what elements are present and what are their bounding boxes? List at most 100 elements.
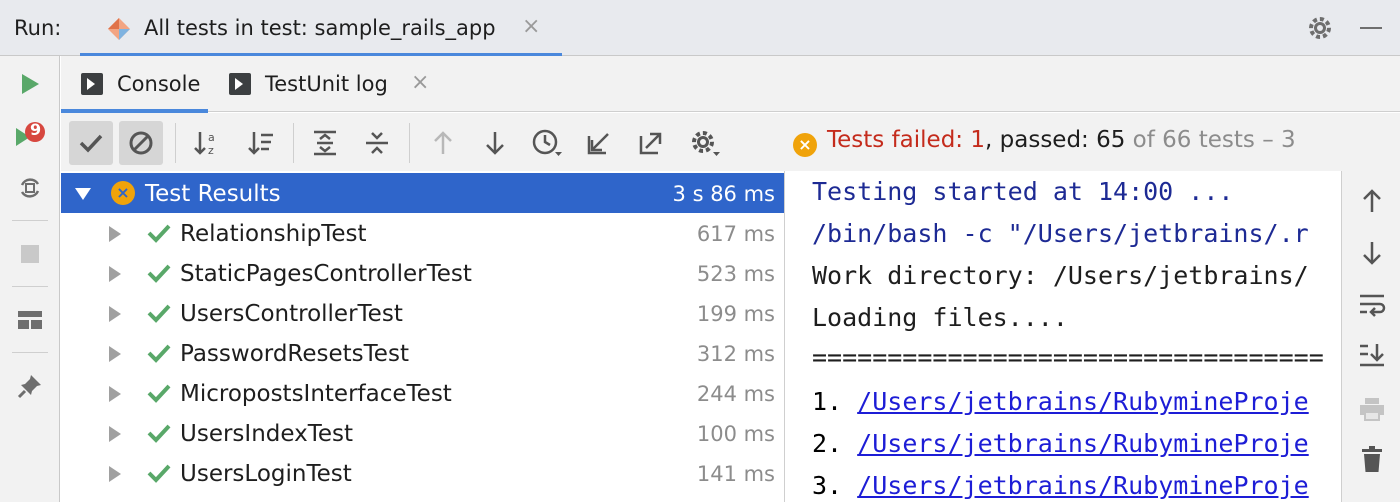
scroll-up-button[interactable]: [1356, 185, 1388, 217]
console-line: ==================================: [812, 343, 1324, 372]
toolbar-separator: [12, 220, 48, 221]
console-tabs: Console TestUnit log ×: [61, 56, 1400, 113]
show-passed-button[interactable]: [69, 121, 113, 165]
layout-icon: [18, 311, 42, 329]
tree-row[interactable]: UsersControllerTest 199 ms: [61, 293, 784, 333]
test-duration: 244 ms: [696, 382, 775, 406]
tab-console-label: Console: [117, 72, 201, 96]
previous-failed-button[interactable]: [421, 121, 465, 165]
passed-check-icon: [147, 264, 171, 283]
console-icon: [81, 73, 103, 95]
console-side-toolbar: [1341, 171, 1400, 502]
passed-check-icon: [147, 224, 171, 243]
gear-icon[interactable]: [1306, 14, 1334, 42]
close-icon[interactable]: ×: [522, 14, 540, 39]
scroll-to-end-button[interactable]: [1356, 339, 1388, 371]
soft-wrap-button[interactable]: [1356, 289, 1388, 321]
collapsed-arrow-icon[interactable]: [109, 226, 121, 242]
tree-row[interactable]: MicropostsInterfaceTest 244 ms: [61, 373, 784, 413]
print-button[interactable]: [1356, 393, 1388, 425]
arrow-down-icon: [1363, 242, 1381, 265]
close-icon[interactable]: ×: [411, 70, 429, 95]
rerun-failed-button[interactable]: 9: [14, 120, 46, 152]
collapsed-arrow-icon[interactable]: [109, 266, 121, 282]
console-line: Testing started at 14:00 ...: [812, 177, 1234, 206]
tree-row[interactable]: RelationshipTest 617 ms: [61, 213, 784, 253]
test-name: MicropostsInterfaceTest: [180, 381, 452, 407]
test-history-button[interactable]: [525, 121, 569, 165]
check-icon: [79, 134, 103, 153]
trash-icon: [1362, 446, 1382, 472]
stop-button[interactable]: [14, 238, 46, 270]
scroll-down-button[interactable]: [1356, 237, 1388, 269]
tree-root-test-results[interactable]: × Test Results 3 s 86 ms: [61, 173, 784, 213]
test-results-tree: × Test Results 3 s 86 ms RelationshipTes…: [61, 171, 785, 502]
collapse-all-button[interactable]: [355, 121, 399, 165]
arrow-up-icon: [434, 131, 452, 154]
test-name: PasswordResetsTest: [180, 341, 409, 367]
collapsed-arrow-icon[interactable]: [109, 466, 121, 482]
test-status-summary: × Tests failed: 1, passed: 65 of 66 tests…: [793, 127, 1296, 157]
soft-wrap-icon: [1360, 294, 1386, 317]
pin-tab-button[interactable]: [14, 370, 46, 402]
test-duration: 523 ms: [696, 262, 775, 286]
sort-duration-icon: [248, 132, 273, 155]
tree-row[interactable]: UsersIndexTest 100 ms: [61, 413, 784, 453]
collapsed-arrow-icon[interactable]: [109, 426, 121, 442]
tab-console[interactable]: Console: [61, 56, 208, 113]
console-line: Work directory: /Users/jetbrains/: [812, 261, 1309, 290]
expand-all-icon: [314, 130, 336, 156]
clear-all-button[interactable]: [1356, 443, 1388, 475]
run-tab-title: All tests in test: sample_rails_app: [144, 16, 496, 40]
svg-text:z: z: [208, 144, 214, 157]
expand-all-button[interactable]: [303, 121, 347, 165]
pin-icon: [17, 375, 41, 399]
collapsed-arrow-icon[interactable]: [109, 386, 121, 402]
run-toolwindow-header: Run: All tests in test: sample_rails_app…: [0, 0, 1400, 57]
tree-row[interactable]: StaticPagesControllerTest 523 ms: [61, 253, 784, 293]
tree-row[interactable]: PasswordResetsTest 312 ms: [61, 333, 784, 373]
tree-root-label: Test Results: [145, 181, 281, 207]
toggle-auto-test-button[interactable]: [14, 172, 46, 204]
gear-icon: [692, 131, 720, 156]
layout-button[interactable]: [14, 304, 46, 336]
collapsed-arrow-icon[interactable]: [109, 346, 121, 362]
failed-count-badge: 9: [30, 120, 42, 139]
test-name: UsersControllerTest: [180, 301, 403, 327]
next-failed-button[interactable]: [473, 121, 517, 165]
file-link[interactable]: /Users/jetbrains/RubymineProje: [857, 387, 1309, 416]
run-label: Run:: [14, 16, 62, 40]
sort-alpha-icon: az: [194, 131, 215, 157]
minimize-icon[interactable]: [1360, 27, 1382, 29]
tests-failed-count: Tests failed: 1: [827, 127, 986, 153]
collapse-all-icon: [366, 132, 388, 154]
test-name: UsersLoginTest: [180, 461, 352, 487]
passed-check-icon: [147, 464, 171, 483]
tab-testunit-log-label: TestUnit log: [265, 72, 388, 96]
expand-arrow-icon[interactable]: [75, 188, 91, 200]
file-link[interactable]: /Users/jetbrains/RubymineProje: [857, 471, 1309, 500]
file-link[interactable]: /Users/jetbrains/RubymineProje: [857, 429, 1309, 458]
show-ignored-button[interactable]: [119, 121, 163, 165]
test-duration: 617 ms: [696, 222, 775, 246]
toolbar-separator: [12, 352, 48, 353]
console-output[interactable]: Testing started at 14:00 ... /bin/bash -…: [786, 171, 1341, 502]
test-settings-button[interactable]: [683, 121, 727, 165]
test-name: StaticPagesControllerTest: [180, 261, 472, 287]
failed-warning-icon: ×: [793, 133, 817, 157]
run-tab-all-tests[interactable]: All tests in test: sample_rails_app ×: [80, 0, 562, 57]
tab-testunit-log[interactable]: TestUnit log ×: [227, 56, 437, 112]
test-name: RelationshipTest: [180, 221, 367, 247]
sort-by-duration-button[interactable]: [239, 121, 283, 165]
passed-check-icon: [147, 424, 171, 443]
rerun-button[interactable]: [14, 68, 46, 100]
tree-row[interactable]: UsersLoginTest 141 ms: [61, 453, 784, 493]
passed-check-icon: [147, 304, 171, 323]
console-link-line: 3. /Users/jetbrains/RubymineProje: [812, 471, 1309, 500]
collapsed-arrow-icon[interactable]: [109, 306, 121, 322]
export-tests-button[interactable]: [629, 121, 673, 165]
sort-alphabetically-button[interactable]: az: [185, 121, 229, 165]
stop-icon: [21, 245, 39, 263]
import-tests-button[interactable]: [577, 121, 621, 165]
export-icon: [639, 132, 662, 155]
